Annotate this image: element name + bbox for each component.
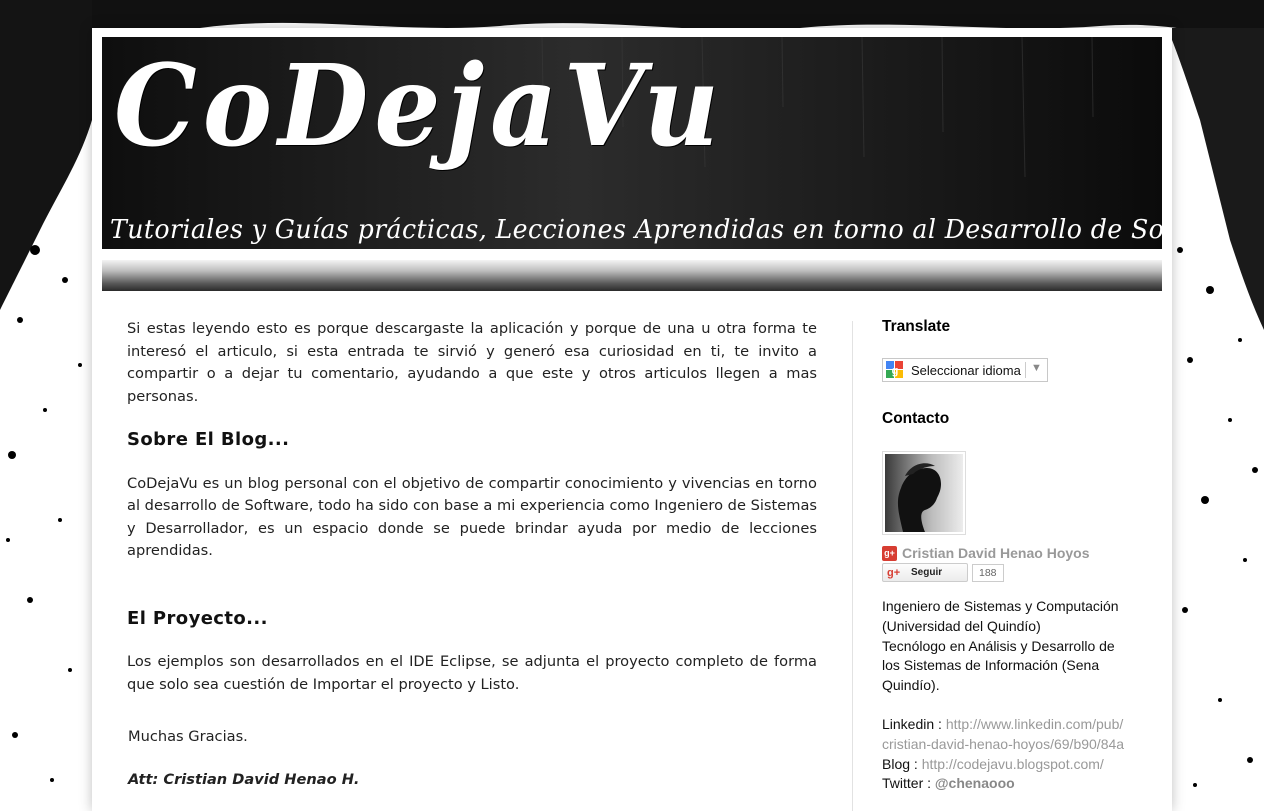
profile-about: Ingeniero de Sistemas y Computación (Uni…	[882, 597, 1152, 794]
blog-header: CoDejaVu Tutoriales y Guías prácticas, L…	[102, 37, 1162, 257]
profile-name-link[interactable]: g+ Cristian David Henao Hoyos	[882, 545, 1090, 561]
blog-label: Blog :	[882, 755, 922, 772]
contact-widget-title: Contacto	[882, 410, 950, 427]
google-plus-follow-icon: g+	[887, 566, 901, 579]
about-paragraph: CoDejaVu es un blog personal con el obje…	[127, 474, 817, 560]
sidebar: Translate g Seleccionar idioma ▼ Contact…	[882, 318, 1152, 791]
google-translate-icon: g	[886, 361, 903, 378]
select-separator	[1025, 362, 1026, 378]
twitter-label: Twitter :	[882, 775, 935, 792]
column-divider	[852, 321, 853, 811]
intro-paragraph: Si estas leyendo esto es porque descarga…	[127, 320, 817, 405]
project-heading: El Proyecto...	[127, 607, 268, 629]
google-plus-icon: g+	[882, 545, 897, 561]
follow-label: Seguir	[911, 567, 943, 578]
nav-bar	[102, 260, 1162, 291]
thanks-text: Muchas Gracias.	[128, 728, 248, 745]
translate-widget-title: Translate	[882, 318, 951, 335]
linkedin-link-continued[interactable]: cristian-david-henao-hoyos/69/b90/84a	[882, 736, 1124, 752]
project-paragraph: Los ejemplos son desarrollados en el IDE…	[127, 653, 817, 693]
bio-line: Ingeniero de Sistemas y Computación	[882, 598, 1119, 614]
follower-count: 188	[972, 563, 1004, 582]
bio-line: Quindío).	[882, 677, 940, 694]
profile-name: Cristian David Henao Hoyos	[902, 545, 1090, 561]
bio-line: los Sistemas de Información (Sena	[882, 657, 1100, 674]
signature: Att: Cristian David Henao H.	[128, 770, 360, 788]
language-select[interactable]: g Seleccionar idioma ▼	[882, 358, 1048, 382]
blog-description: Tutoriales y Guías prácticas, Lecciones …	[110, 215, 1162, 245]
language-select-label: Seleccionar idioma	[911, 362, 1021, 378]
post-body: Si estas leyendo esto es porque descarga…	[127, 318, 817, 791]
twitter-link[interactable]: @chenaooo	[935, 775, 1015, 791]
svg-text:g: g	[892, 365, 899, 377]
chevron-down-icon: ▼	[1031, 362, 1042, 374]
bio-line: Tecnólogo en Análisis y Desarrollo de	[882, 637, 1115, 654]
blog-link[interactable]: http://codejavu.blogspot.com/	[922, 756, 1104, 772]
follow-button[interactable]: g+ Seguir	[882, 563, 968, 582]
blog-title[interactable]: CoDejaVu	[114, 37, 725, 176]
linkedin-link[interactable]: http://www.linkedin.com/pub/	[946, 716, 1123, 732]
avatar-photo	[885, 454, 963, 532]
profile-avatar[interactable]	[882, 451, 966, 535]
linkedin-label: Linkedin :	[882, 715, 946, 732]
follow-row: g+ Seguir 188	[882, 563, 1004, 582]
blog-page: CoDejaVu Tutoriales y Guías prácticas, L…	[92, 28, 1172, 811]
bio-line: (Universidad del Quindío)	[882, 617, 1041, 634]
about-heading: Sobre El Blog...	[127, 429, 290, 450]
